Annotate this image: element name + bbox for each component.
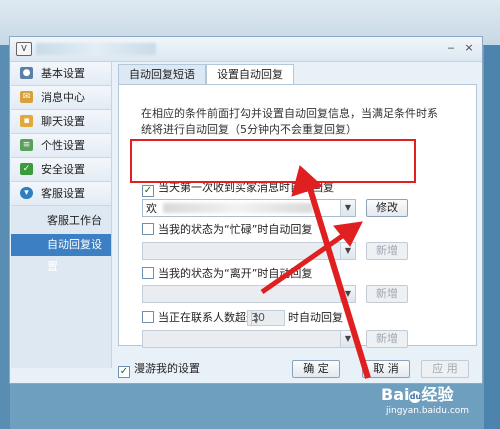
- sidebar-item-label: 聊天设置: [41, 115, 85, 128]
- sidebar-item-messages[interactable]: ✉ 消息中心: [11, 86, 111, 110]
- dialog-footer: 确 定 取 消 应 用: [11, 360, 483, 384]
- shield-icon: ✓: [20, 163, 33, 175]
- roam-settings-option[interactable]: ✓ 漫游我的设置: [118, 361, 200, 378]
- chat-bubble-icon: ▪: [20, 115, 33, 127]
- desktop-background-right: [484, 45, 500, 429]
- auto-reply-panel: 在相应的条件前面打勾并设置自动回复信息，当满足条件时系统将进行自动回复（5分钟内…: [118, 84, 477, 348]
- user-icon: ●: [20, 67, 33, 79]
- app-icon: V: [16, 42, 32, 56]
- sidebar-item-label: 安全设置: [41, 163, 85, 176]
- settings-window: V ‒ × ● 基本设置 ✉ 消息中心 ▪ 聊天设置 ≡ 个性设置 ✓ 安全设置…: [9, 36, 483, 384]
- reply-select-contact-limit[interactable]: ▼: [142, 330, 356, 348]
- blurred-reply-text: [163, 203, 313, 213]
- sidebar-item-security[interactable]: ✓ 安全设置: [11, 158, 111, 182]
- sidebar-item-personal[interactable]: ≡ 个性设置: [11, 134, 111, 158]
- checkbox-unchecked[interactable]: [142, 267, 154, 279]
- document-icon: ≡: [20, 139, 33, 151]
- minimize-button[interactable]: ‒: [444, 41, 458, 55]
- logo-text: 经验: [421, 385, 454, 404]
- reply-select-busy[interactable]: ▼: [142, 242, 356, 260]
- apply-button[interactable]: 应 用: [421, 360, 469, 378]
- option-contact-limit[interactable]: 当正在联系人数超过 30 ▲ ▼ 时自动回复: [142, 310, 372, 326]
- option-busy[interactable]: 当我的状态为“忙碌”时自动回复: [142, 222, 312, 238]
- headset-icon: ▾: [20, 187, 33, 199]
- sidebar-subitem-workbench[interactable]: 客服工作台: [11, 210, 111, 232]
- sidebar-item-label: 基本设置: [41, 67, 85, 80]
- title-bar[interactable]: V ‒ ×: [10, 37, 482, 62]
- roam-settings-label: 漫游我的设置: [134, 362, 200, 375]
- modify-button[interactable]: 修改: [366, 199, 408, 217]
- chevron-down-icon[interactable]: ▼: [340, 200, 355, 216]
- sidebar-item-label: 个性设置: [41, 139, 85, 152]
- reply-select-away[interactable]: ▼: [142, 285, 356, 303]
- chevron-down-icon[interactable]: ▼: [340, 331, 355, 347]
- blurred-window-title: [36, 43, 156, 55]
- sidebar-item-chat[interactable]: ▪ 聊天设置: [11, 110, 111, 134]
- tab-auto-reply-settings[interactable]: 设置自动回复: [206, 64, 294, 85]
- sidebar-subitem-auto-reply[interactable]: 自动回复设置: [11, 234, 111, 273]
- baidu-logo: Baidu经验: [381, 386, 454, 404]
- reply-select-value: 欢: [146, 202, 157, 215]
- watermark-url: jingyan.baidu.com: [386, 406, 470, 416]
- option-away[interactable]: 当我的状态为“离开”时自动回复: [142, 266, 312, 282]
- paw-icon: du: [409, 391, 422, 403]
- panel-description: 在相应的条件前面打勾并设置自动回复信息，当满足条件时系统将进行自动回复（5分钟内…: [141, 107, 438, 136]
- tab-strip: 自动回复短语 设置自动回复: [118, 64, 478, 85]
- checkbox-checked[interactable]: ✓: [118, 366, 130, 378]
- checkbox-checked[interactable]: ✓: [142, 185, 154, 197]
- sidebar-item-label: 消息中心: [41, 91, 85, 104]
- add-button-busy[interactable]: 新增: [366, 242, 408, 260]
- option-label: 当我的状态为“离开”时自动回复: [158, 267, 313, 280]
- contact-limit-stepper[interactable]: 30 ▲ ▼: [247, 310, 285, 326]
- logo-text: Bai: [381, 385, 410, 404]
- sidebar-item-customer-service[interactable]: ▾ 客服设置: [11, 182, 111, 206]
- close-button[interactable]: ×: [462, 41, 476, 55]
- settings-sidebar: ● 基本设置 ✉ 消息中心 ▪ 聊天设置 ≡ 个性设置 ✓ 安全设置 ▾ 客服设…: [11, 62, 112, 368]
- cancel-button[interactable]: 取 消: [362, 360, 410, 378]
- sidebar-item-basic[interactable]: ● 基本设置: [11, 62, 111, 86]
- option-label: 当正在联系人数超过: [158, 311, 257, 324]
- option-label: 当我的状态为“忙碌”时自动回复: [158, 223, 313, 236]
- checkbox-unchecked[interactable]: [142, 311, 154, 323]
- sidebar-item-label: 客服设置: [41, 187, 85, 200]
- highlight-box: [130, 139, 416, 183]
- ok-button[interactable]: 确 定: [292, 360, 340, 378]
- stepper-arrows-icon[interactable]: ▲ ▼: [251, 311, 260, 325]
- baidu-jingyan-watermark: Baidu经验 jingyan.baidu.com: [381, 386, 481, 417]
- add-button-contact-limit[interactable]: 新增: [366, 330, 408, 348]
- chevron-down-icon[interactable]: ▼: [340, 243, 355, 259]
- reply-select-first-message[interactable]: 欢 ▼: [142, 199, 356, 217]
- envelope-icon: ✉: [20, 91, 33, 103]
- checkbox-unchecked[interactable]: [142, 223, 154, 235]
- chevron-down-icon[interactable]: ▼: [340, 286, 355, 302]
- option-label-suffix: 时自动回复: [288, 311, 343, 324]
- add-button-away[interactable]: 新增: [366, 285, 408, 303]
- tab-auto-reply-phrases[interactable]: 自动回复短语: [118, 64, 206, 84]
